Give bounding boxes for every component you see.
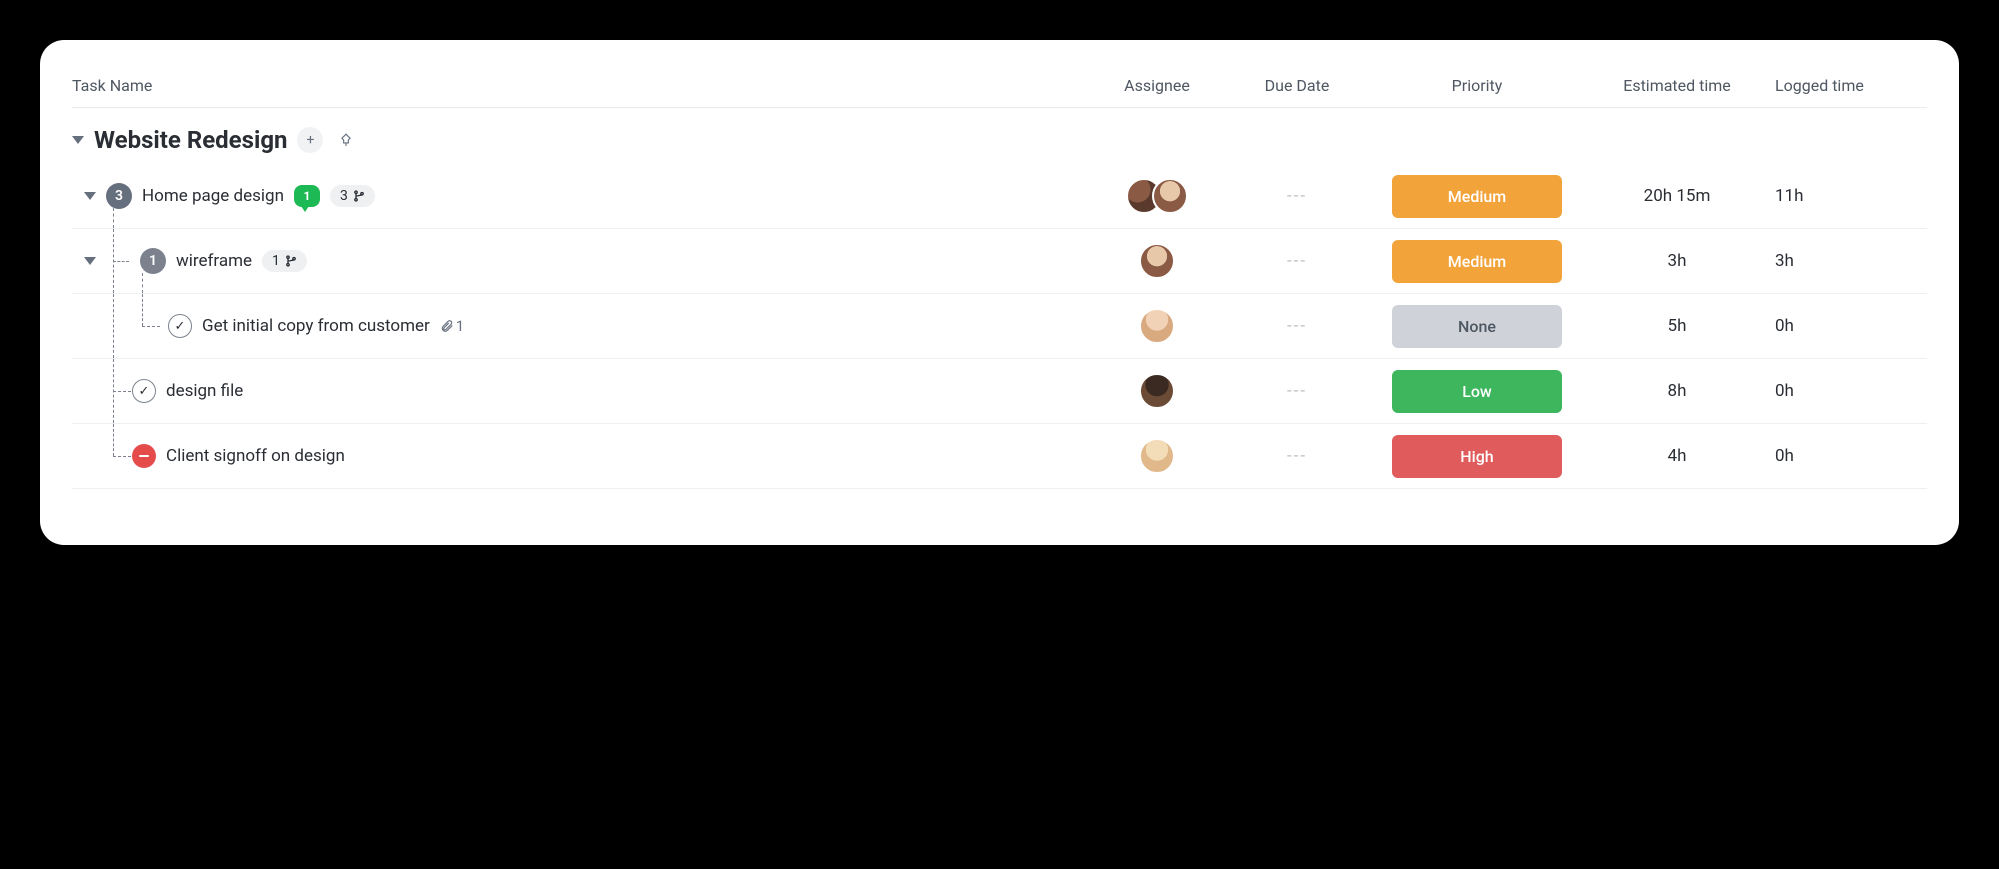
add-task-button[interactable]: + [297, 127, 323, 153]
logged-time[interactable]: 0h [1767, 381, 1927, 401]
pin-button[interactable] [333, 127, 359, 153]
col-task-name: Task Name [72, 76, 1087, 95]
paperclip-icon [440, 319, 454, 333]
caret-down-icon[interactable] [72, 136, 84, 144]
logged-time[interactable]: 0h [1767, 316, 1927, 336]
assignee-cell[interactable] [1087, 373, 1227, 409]
assignee-cell[interactable] [1087, 243, 1227, 279]
comment-count-badge[interactable]: 1 [294, 185, 320, 207]
status-blocked-icon[interactable] [132, 444, 156, 468]
attachment-count: 1 [456, 317, 464, 335]
task-panel: Task Name Assignee Due Date Priority Est… [40, 40, 1959, 545]
priority-badge[interactable]: Medium [1392, 175, 1562, 218]
caret-down-icon[interactable] [84, 257, 96, 265]
tree-line [113, 294, 114, 358]
col-assignee: Assignee [1087, 76, 1227, 95]
task-row[interactable]: 3 Home page design 1 3 --- Medium 20h 15… [72, 164, 1927, 229]
avatar[interactable] [1152, 178, 1188, 214]
due-date[interactable]: --- [1287, 186, 1307, 206]
col-due-date: Due Date [1227, 76, 1367, 95]
priority-badge[interactable]: Medium [1392, 240, 1562, 283]
priority-badge[interactable]: High [1392, 435, 1562, 478]
tree-line [142, 294, 143, 326]
branch-icon [285, 255, 297, 267]
task-name[interactable]: design file [166, 381, 243, 401]
col-logged: Logged time [1767, 76, 1927, 95]
column-headers: Task Name Assignee Due Date Priority Est… [72, 64, 1927, 108]
tree-line [113, 391, 131, 392]
subtask-count-badge[interactable]: 1 [140, 248, 166, 274]
avatar[interactable] [1139, 438, 1175, 474]
tree-line [142, 273, 143, 293]
tree-line [113, 424, 114, 456]
col-priority: Priority [1367, 76, 1587, 95]
caret-down-icon[interactable] [84, 192, 96, 200]
estimated-time[interactable]: 8h [1587, 381, 1767, 401]
due-date[interactable]: --- [1287, 381, 1307, 401]
status-check-icon[interactable]: ✓ [132, 379, 156, 403]
estimated-time[interactable]: 3h [1587, 251, 1767, 271]
tree-line [113, 456, 131, 457]
branch-count: 1 [272, 253, 280, 269]
tree-line [113, 261, 129, 262]
estimated-time[interactable]: 5h [1587, 316, 1767, 336]
task-name[interactable]: wireframe [176, 251, 252, 271]
group-title[interactable]: Website Redesign [94, 126, 287, 154]
logged-time[interactable]: 11h [1767, 186, 1927, 206]
branch-count-pill[interactable]: 1 [262, 250, 307, 272]
estimated-time[interactable]: 20h 15m [1587, 186, 1767, 206]
avatar[interactable] [1139, 373, 1175, 409]
estimated-time[interactable]: 4h [1587, 446, 1767, 466]
branch-count: 3 [340, 188, 348, 204]
task-row[interactable]: Client signoff on design --- High 4h 0h [72, 424, 1927, 489]
task-name[interactable]: Client signoff on design [166, 446, 345, 466]
task-name[interactable]: Get initial copy from customer [202, 316, 430, 336]
priority-badge[interactable]: None [1392, 305, 1562, 348]
tree-line [113, 208, 114, 228]
branch-icon [353, 190, 365, 202]
group-header[interactable]: Website Redesign + [72, 108, 1927, 164]
logged-time[interactable]: 3h [1767, 251, 1927, 271]
col-estimated: Estimated time [1587, 76, 1767, 95]
avatar[interactable] [1139, 243, 1175, 279]
assignee-cell[interactable] [1087, 178, 1227, 214]
pin-icon [339, 133, 353, 147]
status-check-icon[interactable]: ✓ [168, 314, 192, 338]
attachment-badge[interactable]: 1 [440, 317, 464, 335]
due-date[interactable]: --- [1287, 316, 1307, 336]
task-row[interactable]: ✓ design file --- Low 8h 0h [72, 359, 1927, 424]
assignee-cell[interactable] [1087, 308, 1227, 344]
task-row[interactable]: 1 wireframe 1 --- Medium 3h 3h [72, 229, 1927, 294]
avatar[interactable] [1139, 308, 1175, 344]
priority-badge[interactable]: Low [1392, 370, 1562, 413]
due-date[interactable]: --- [1287, 446, 1307, 466]
subtask-count-badge[interactable]: 3 [106, 183, 132, 209]
task-name[interactable]: Home page design [142, 186, 284, 206]
tree-line [142, 326, 160, 327]
logged-time[interactable]: 0h [1767, 446, 1927, 466]
due-date[interactable]: --- [1287, 251, 1307, 271]
assignee-cell[interactable] [1087, 438, 1227, 474]
task-row[interactable]: ✓ Get initial copy from customer 1 --- N… [72, 294, 1927, 359]
branch-count-pill[interactable]: 3 [330, 185, 375, 207]
